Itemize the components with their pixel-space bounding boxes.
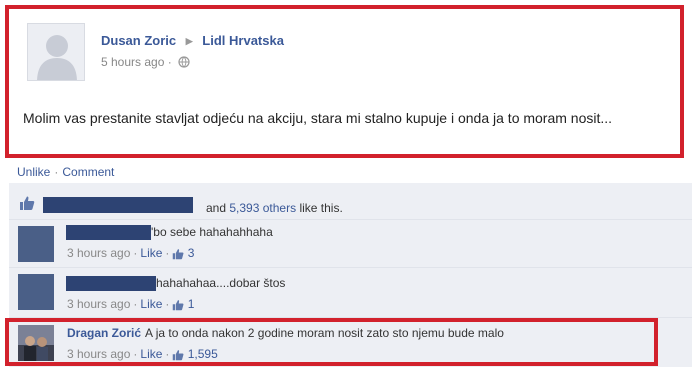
- thumbs-up-icon: [173, 299, 184, 311]
- likes-suffix: like this.: [299, 201, 343, 215]
- thumbs-up-icon: [20, 196, 35, 210]
- highlighted-comment-frame: [5, 318, 658, 366]
- meta-separator: ·: [165, 246, 170, 260]
- commenter-avatar[interactable]: [18, 274, 54, 310]
- post-timestamp-row: 5 hours ago ·: [101, 55, 190, 69]
- comment-meta: 3 hours ago · Like · 1: [67, 297, 194, 311]
- comment-meta: 3 hours ago · Like · 3: [67, 246, 194, 260]
- like-link[interactable]: Like: [140, 297, 162, 311]
- globe-icon: [178, 56, 190, 68]
- likes-text: and 5,393 others like this.: [206, 201, 343, 215]
- highlighted-post: Dusan Zoric ▶ Lidl Hrvatska 5 hours ago …: [5, 5, 684, 158]
- meta-separator: ·: [165, 297, 170, 311]
- like-link[interactable]: Like: [140, 246, 162, 260]
- redacted-commenter-name: [66, 276, 156, 291]
- post-time[interactable]: 5 hours ago: [101, 55, 164, 69]
- redacted-names: [43, 197, 193, 213]
- unlike-link[interactable]: Unlike: [17, 165, 50, 179]
- meta-separator: ·: [133, 297, 138, 311]
- redacted-commenter-name: [66, 225, 151, 240]
- comment-link[interactable]: Comment: [62, 165, 114, 179]
- likes-and: and: [206, 201, 227, 215]
- post-actions: Unlike · Comment: [17, 165, 114, 179]
- commenter-avatar[interactable]: [18, 226, 54, 262]
- others-link[interactable]: 5,393 others: [229, 201, 296, 215]
- action-separator: ·: [54, 165, 59, 179]
- arrow-right-icon: ▶: [185, 36, 193, 46]
- comment-time[interactable]: 3 hours ago: [67, 297, 130, 311]
- meta-separator: ·: [133, 246, 138, 260]
- comment-item: hahahahaa....dobar štos 3 hours ago · Like…: [9, 267, 692, 317]
- time-separator: ·: [167, 55, 172, 69]
- default-avatar-icon: [28, 24, 84, 80]
- post-header: Dusan Zoric ▶ Lidl Hrvatska: [101, 33, 284, 48]
- author-name[interactable]: Dusan Zoric: [101, 33, 176, 48]
- author-avatar[interactable]: [27, 23, 85, 81]
- comment-like-count[interactable]: 1: [188, 297, 195, 311]
- target-page-name[interactable]: Lidl Hrvatska: [202, 33, 284, 48]
- comment-text: hahahahaa....dobar štos: [156, 276, 286, 290]
- post-body: Molim vas prestanite stavljat odjeću na …: [23, 110, 613, 126]
- comment-text: 'bo sebe hahahahhaha: [151, 225, 273, 239]
- comment-item: 'bo sebe hahahahhaha 3 hours ago · Like · 3: [9, 219, 692, 267]
- thumbs-up-icon: [173, 248, 184, 260]
- comment-like-count[interactable]: 3: [188, 246, 195, 260]
- comment-time[interactable]: 3 hours ago: [67, 246, 130, 260]
- likes-summary: and 5,393 others like this.: [9, 189, 692, 219]
